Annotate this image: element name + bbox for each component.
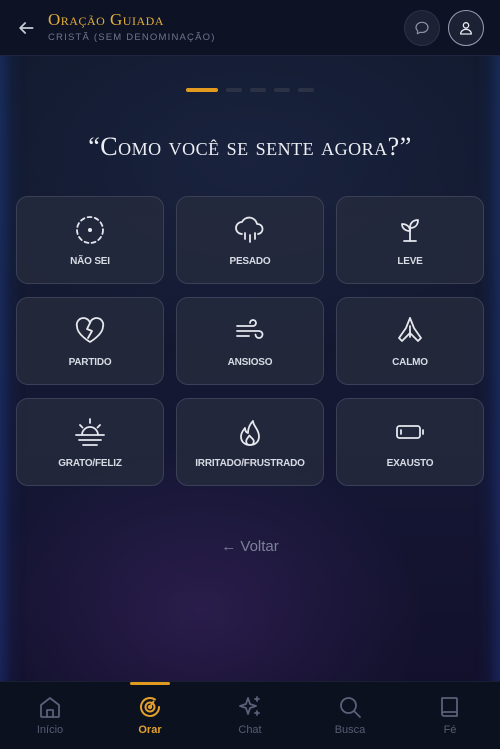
chat-bubble-icon	[415, 21, 429, 35]
sprout-icon	[401, 219, 419, 242]
nav-label: Chat	[238, 724, 262, 736]
feeling-card-irritado-frustrado[interactable]: Irritado/Frustrado	[176, 398, 324, 486]
rain-cloud-icon	[235, 216, 264, 243]
back-link[interactable]: ← Voltar	[0, 538, 500, 555]
book-icon	[441, 697, 458, 717]
feeling-label: Ansioso	[227, 357, 273, 368]
wind-icon	[236, 319, 264, 339]
progress-step-5	[298, 88, 314, 92]
broken-heart-icon	[75, 317, 105, 343]
arrow-left-icon	[19, 22, 34, 34]
nav-label: Busca	[334, 724, 366, 736]
progress-step-4	[274, 88, 290, 92]
nav-item-fe[interactable]: Fé	[400, 682, 500, 749]
page-subtitle: CRISTÃ (SEM DENOMINAÇÃO)	[48, 32, 216, 43]
back-button[interactable]	[14, 16, 38, 40]
feeling-label: Grato/Feliz	[58, 458, 122, 469]
sunrise-icon	[75, 418, 105, 446]
feeling-label: Exausto	[386, 458, 434, 469]
sparkles-icon	[239, 696, 260, 716]
nav-label: Fé	[443, 724, 457, 736]
user-icon	[460, 22, 472, 35]
feeling-card-calmo[interactable]: Calmo	[336, 297, 484, 385]
question-heading: “Como você se sente agora?”	[88, 132, 412, 161]
feeling-label: Partido	[68, 357, 112, 368]
feeling-label: Calmo	[392, 357, 428, 368]
search-icon	[340, 697, 361, 718]
nav-item-orar[interactable]: Orar	[100, 682, 200, 749]
feeling-card-partido[interactable]: Partido	[16, 297, 164, 385]
nav-label: Início	[36, 724, 64, 736]
step-progress	[186, 88, 314, 92]
progress-step-2	[226, 88, 242, 92]
progress-step-1	[186, 88, 218, 92]
page-title: Oração Guiada	[48, 10, 164, 29]
nav-label: Orar	[138, 724, 162, 736]
feelings-grid: Não sei Pesado Leve	[16, 196, 484, 486]
nav-item-chat[interactable]: Chat	[200, 682, 300, 749]
feeling-card-nao-sei[interactable]: Não sei	[16, 196, 164, 284]
app-root: Oração Guiada CRISTÃ (SEM DENOMINAÇÃO) “…	[0, 0, 500, 749]
progress-step-3	[250, 88, 266, 92]
header: Oração Guiada CRISTÃ (SEM DENOMINAÇÃO)	[0, 0, 500, 56]
feeling-card-leve[interactable]: Leve	[336, 196, 484, 284]
nav-item-inicio[interactable]: Início	[0, 682, 100, 749]
feeling-label: Irritado/Frustrado	[195, 458, 305, 469]
profile-button[interactable]	[448, 10, 484, 46]
home-icon	[40, 697, 60, 718]
nav-item-busca[interactable]: Busca	[300, 682, 400, 749]
feeling-card-ansioso[interactable]: Ansioso	[176, 297, 324, 385]
flame-icon	[240, 420, 260, 446]
feeling-card-exausto[interactable]: Exausto	[336, 398, 484, 486]
chat-button[interactable]	[404, 10, 440, 46]
praying-hands-icon	[398, 317, 422, 342]
bottom-nav: Início Orar Chat Busca Fé	[0, 681, 500, 749]
dashed-circle-icon	[76, 216, 104, 244]
feeling-label: Pesado	[229, 256, 271, 267]
low-battery-icon	[396, 425, 424, 439]
feeling-label: Não sei	[70, 256, 110, 267]
feeling-card-pesado[interactable]: Pesado	[176, 196, 324, 284]
compass-icon	[140, 697, 160, 717]
feeling-card-grato-feliz[interactable]: Grato/Feliz	[16, 398, 164, 486]
feeling-label: Leve	[397, 256, 423, 267]
